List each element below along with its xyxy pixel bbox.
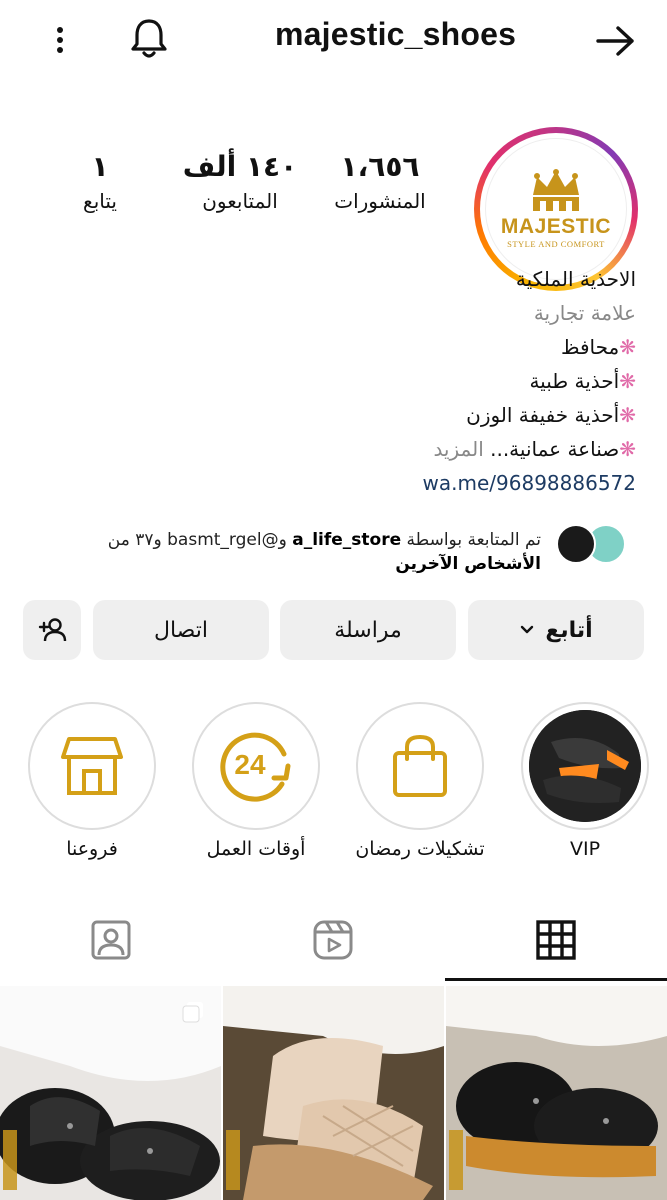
add-person-icon [38,618,67,642]
post-thumbnail[interactable] [223,986,444,1200]
followers-label: المتابعون [202,189,278,213]
followed-by-user[interactable]: a_life_store [292,530,401,550]
flower-icon: ❋ [619,369,636,393]
tab-posts-grid[interactable] [445,900,667,980]
watermark-strip [226,1130,240,1190]
highlight-ramadan[interactable] [356,702,484,830]
bio-line-text: أحذية خفيفة الوزن [466,403,620,427]
highlight-vip[interactable] [521,702,649,830]
message-button-label: مراسلة [334,617,402,643]
highlight-label: VIP [569,838,601,860]
bio-line-text: أحذية طبية [529,369,620,393]
chevron-down-icon [521,625,534,634]
contact-button[interactable]: اتصال [93,600,269,660]
profile-bio: الاحذية الملكية علامة تجارية ❋محافظ ❋أحذ… [236,262,636,500]
brand-tagline: STYLE AND COMFORT [507,239,605,249]
more-vertical-icon [57,27,63,53]
highlight-branches[interactable] [28,702,156,830]
watermark-strip [3,1130,17,1190]
multi-photo-icon [182,1002,203,1023]
message-button[interactable]: مراسلة [280,600,456,660]
notifications-button[interactable] [124,14,174,64]
brand-name: MAJESTIC [500,215,612,238]
watermark-strip [449,1130,463,1190]
followers-value: ١٤٠ ألف [182,150,298,183]
black-sandal-photo [446,986,667,1200]
follow-button-label: أتابع [545,617,593,643]
post-thumbnail[interactable] [0,986,221,1200]
followed-by-suffix: الأشخاص الآخرين [395,554,541,574]
suggested-users-button[interactable] [23,600,81,660]
back-button[interactable] [590,16,640,66]
posts-value: ١،٦٥٦ [340,150,420,183]
bio-category: علامة تجارية [533,301,636,325]
shoe-thumbnail-icon [529,710,641,822]
bio-line: ❋أحذية خفيفة الوزن [236,398,636,432]
crown-icon [533,169,579,211]
active-tab-indicator [445,978,667,981]
followers-count[interactable]: ١٤٠ ألف المتابعون [180,150,300,213]
bio-line: ❋صناعة عمانية... المزيد [236,432,636,466]
post-thumbnail[interactable] [446,986,667,1200]
following-label: يتابع [83,189,117,213]
following-value: ١ [91,150,109,183]
follow-button[interactable]: أتابع [468,600,644,660]
shopping-bag-icon [393,734,447,797]
bio-line: ❋أحذية طبية [236,364,636,398]
follower-avatar [556,524,596,564]
store-icon [61,737,123,795]
followed-by-prefix: تم المتابعة بواسطة [401,530,542,550]
highlight-label: فروعنا [66,838,118,860]
hours-badge: 24 [234,749,266,780]
highlight-label: تشكيلات رمضان [355,838,485,860]
beige-sandal-photo [223,986,444,1200]
brand-logo: MAJESTIC STYLE AND COMFORT [485,138,627,280]
grid-icon [536,920,576,960]
tagged-person-icon [91,920,131,960]
followed-by-mid: و@basmt_rgel و٣٧ من [107,530,293,550]
highlight-label: أوقات العمل [206,838,306,860]
posts-count[interactable]: ١،٦٥٦ المنشورات [320,150,440,213]
bell-icon [131,19,167,58]
clock-24-icon: 24 [220,732,291,802]
flower-icon: ❋ [619,403,636,427]
profile-username: majestic_shoes [275,16,517,52]
highlight-working-hours[interactable]: 24 [192,702,320,830]
arrow-right-icon [596,26,634,56]
following-count[interactable]: ١ يتابع [50,150,150,213]
bio-line-text: صناعة عمانية... [490,437,620,461]
more-options-button[interactable] [38,20,82,60]
bio-name: الاحذية الملكية [515,267,636,291]
bio-line-text: محافظ [560,335,620,359]
tab-reels[interactable] [222,900,444,980]
flower-icon: ❋ [619,437,636,461]
followed-by-text[interactable]: تم المتابعة بواسطة a_life_store و@basmt_… [36,528,541,576]
flower-icon: ❋ [619,335,636,359]
contact-button-label: اتصال [153,617,208,643]
bio-link[interactable]: wa.me/96898886572 [423,471,636,495]
top-bar: majestic_shoes [0,0,667,80]
bio-more-link[interactable]: المزيد [433,437,490,461]
bio-line: ❋محافظ [236,330,636,364]
posts-label: المنشورات [334,189,426,213]
tab-tagged[interactable] [0,900,222,980]
profile-tabs [0,900,667,982]
bio-link-line: wa.me/96898886572 [236,466,636,500]
reels-icon [313,920,353,960]
